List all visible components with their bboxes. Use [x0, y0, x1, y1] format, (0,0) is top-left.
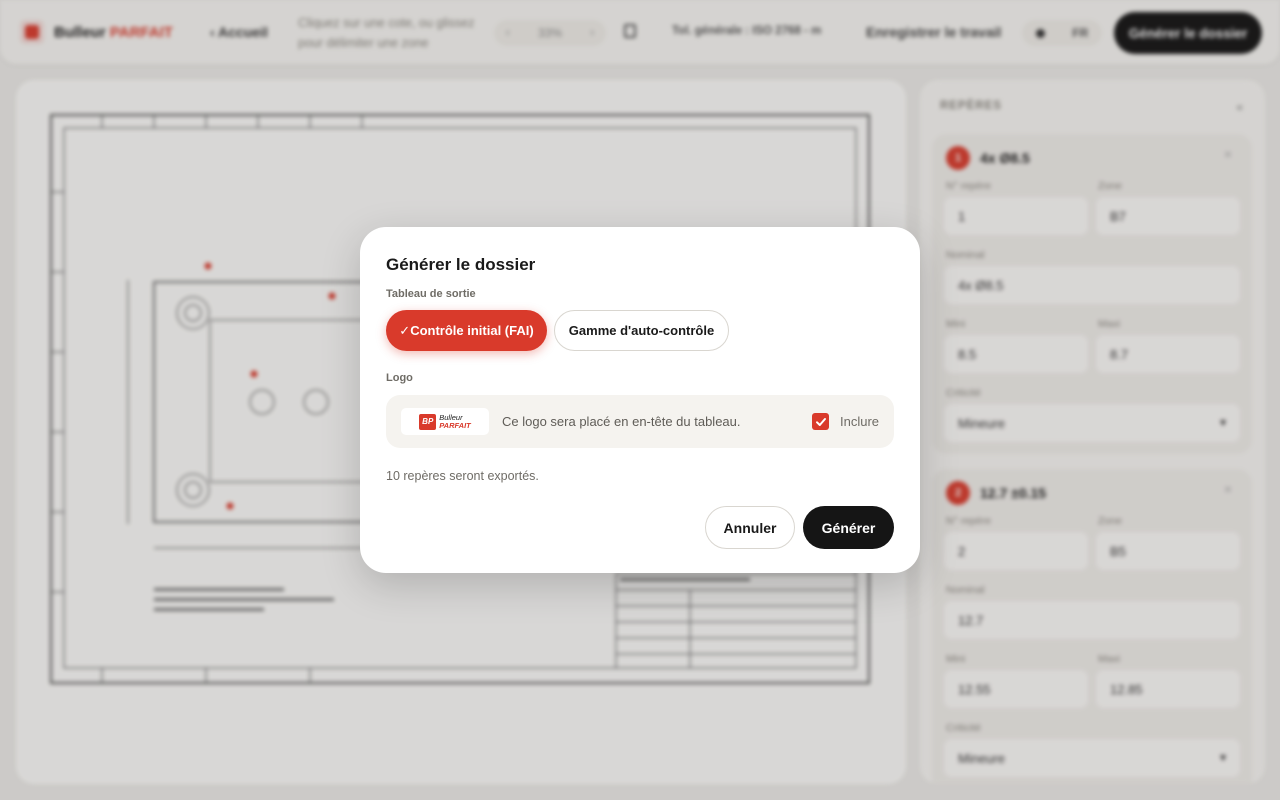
generate-dossier-dialog: Générer le dossier Tableau de sortie ✓Co… [360, 227, 920, 573]
include-logo-checkbox[interactable] [812, 413, 829, 430]
dialog-title: Générer le dossier [386, 255, 536, 274]
check-icon [815, 417, 826, 426]
logo-mark-icon: BP [419, 413, 437, 430]
cancel-button[interactable]: Annuler [705, 506, 795, 549]
logo-label: Logo [386, 372, 413, 384]
logo-row: BP Bulleur PARFAIT Ce logo sera placé en… [386, 395, 894, 448]
logo-wordmark: Bulleur PARFAIT [439, 412, 471, 430]
logo-description: Ce logo sera placé en en-tête du tableau… [502, 414, 741, 429]
option-controle-initial[interactable]: ✓Contrôle initial (FAI) [386, 310, 547, 351]
logo-preview: BP Bulleur PARFAIT [401, 408, 489, 435]
option-gamme-auto-controle[interactable]: Gamme d'auto-contrôle [554, 310, 729, 351]
generate-button[interactable]: Générer [803, 506, 894, 549]
export-count-note: 10 repères seront exportés. [386, 469, 539, 483]
include-logo-label[interactable]: Inclure [840, 414, 879, 429]
output-table-label: Tableau de sortie [386, 288, 476, 300]
